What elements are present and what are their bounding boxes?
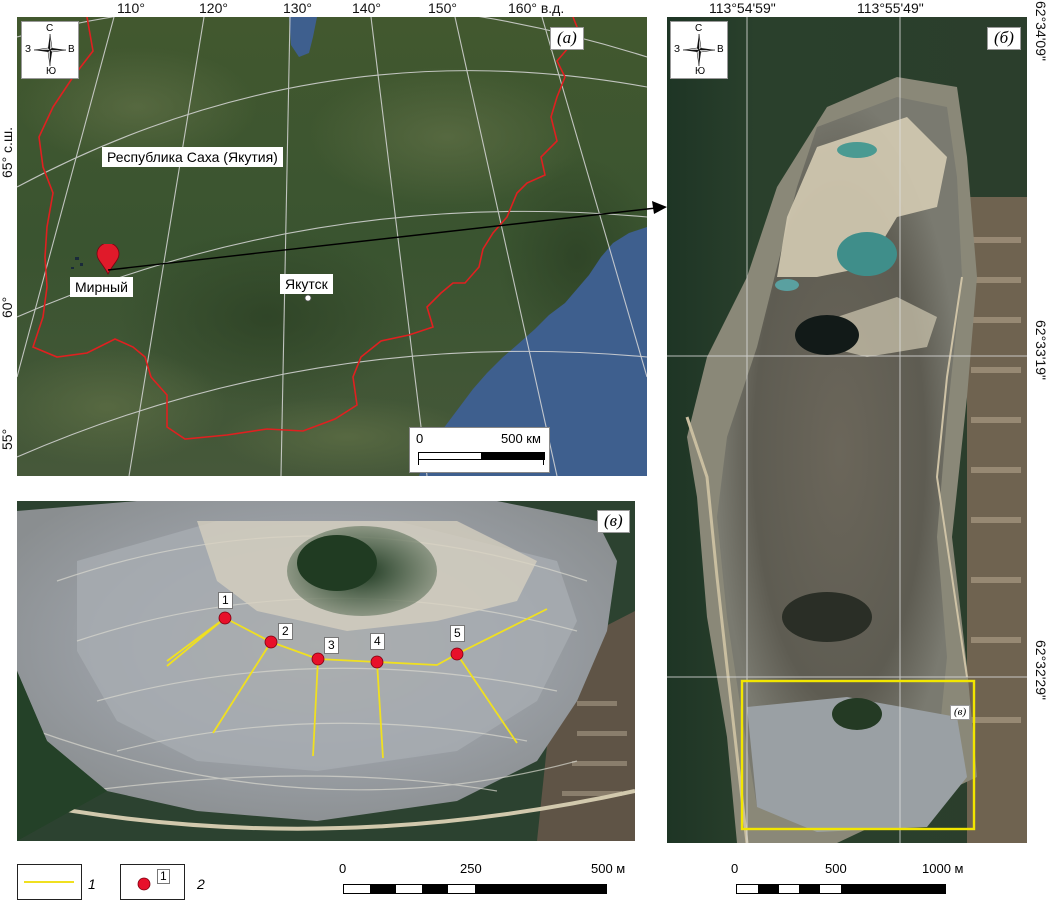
- panel-b-lon-2: 113°55'49": [857, 0, 924, 16]
- region-label: Республика Саха (Якутия): [102, 147, 283, 167]
- compass-n-label: С: [695, 23, 703, 34]
- mirny-location-pin-icon: [96, 244, 120, 275]
- point-label-1: 1: [218, 592, 233, 609]
- panel-b-north-arrow: С Ю З В: [670, 21, 728, 79]
- profile-line-4: [376, 661, 384, 759]
- point-label-5: 5: [450, 625, 465, 642]
- panel-a-lon-160: 160° в.д.: [508, 0, 565, 16]
- point-label-3: 3: [324, 637, 339, 654]
- panel-a-north-arrow: С Ю З В: [21, 21, 79, 79]
- panel-c-scale-bar: [343, 884, 607, 894]
- panel-b-scale-bar: [736, 884, 946, 894]
- panel-b-lat-1: 62°34'09": [1033, 1, 1049, 61]
- profile-point-2: [264, 635, 278, 649]
- compass-w-label: З: [25, 44, 32, 55]
- city-label-yakutsk: Якутск: [280, 274, 333, 294]
- point-label-4: 4: [370, 633, 385, 650]
- panel-b-lat-2: 62°33'19": [1033, 320, 1049, 380]
- compass-rose-icon: [683, 34, 715, 66]
- panel-a-scale-box: 0 500 км: [409, 427, 550, 473]
- legend-line-number: 1: [88, 876, 96, 892]
- compass-n-label: С: [46, 23, 54, 34]
- profile-line-2: [212, 641, 272, 734]
- panel-b-lat-3: 62°32'29": [1033, 640, 1049, 700]
- panel-a-scale-zero: 0: [416, 431, 424, 446]
- panel-a-lon-140: 140°: [352, 0, 381, 16]
- compass-e-label: В: [717, 44, 724, 55]
- panel-b-scale-mid: 500: [825, 861, 847, 876]
- panel-a-scale-bar: [418, 452, 545, 460]
- quarry-overview-image: [667, 17, 1027, 843]
- panel-c-tag: (в): [597, 510, 630, 533]
- panel-a-lat-60: 60°: [0, 296, 15, 318]
- profile-line-5: [456, 653, 518, 744]
- profile-line-3: [312, 658, 319, 757]
- panel-b-inset-tag: (в): [950, 705, 971, 720]
- yakutsk-city-dot-icon: [304, 294, 312, 302]
- profile-lines-overlay: [166, 608, 548, 759]
- panel-c-scale-mid: 250: [460, 861, 482, 876]
- profile-line-1: [166, 617, 226, 667]
- panel-a-lon-110: 110°: [117, 0, 145, 16]
- panel-a-lon-150: 150°: [428, 0, 457, 16]
- profile-point-1: [218, 611, 232, 625]
- compass-w-label: З: [674, 44, 681, 55]
- city-label-mirny: Мирный: [70, 277, 133, 297]
- compass-s-label: Ю: [46, 66, 57, 77]
- compass-rose-icon: [34, 34, 66, 66]
- panel-a-tag: (а): [550, 27, 584, 50]
- legend-point-box-label: 1: [157, 869, 170, 884]
- panel-a-lat-55: 55°: [0, 428, 15, 450]
- legend-point-icon: [137, 877, 151, 891]
- panel-a-lon-120: 120°: [199, 0, 228, 16]
- profile-point-5: [450, 647, 464, 661]
- panel-a-lat-65: 65° с.ш.: [0, 126, 15, 178]
- panel-c-scale-zero: 0: [339, 861, 347, 876]
- profile-point-3: [311, 652, 325, 666]
- profile-point-4: [370, 655, 384, 669]
- panel-a-lon-130: 130°: [283, 0, 312, 16]
- quarry-overview-map: [667, 17, 1027, 843]
- legend-point-symbol: 1: [120, 864, 185, 900]
- legend-point-number: 2: [197, 876, 205, 892]
- panel-b-tag: (б): [987, 27, 1021, 50]
- panel-c-scale-max: 500 м: [591, 861, 626, 876]
- compass-s-label: Ю: [695, 66, 706, 77]
- panel-b-scale-max: 1000 м: [922, 861, 964, 876]
- point-label-2: 2: [278, 623, 293, 640]
- panel-a-scale-max: 500 км: [501, 431, 541, 446]
- panel-b-scale-zero: 0: [731, 861, 739, 876]
- legend-line-symbol: [17, 864, 82, 900]
- compass-e-label: В: [68, 44, 75, 55]
- panel-b-lon-1: 113°54'59": [709, 0, 776, 16]
